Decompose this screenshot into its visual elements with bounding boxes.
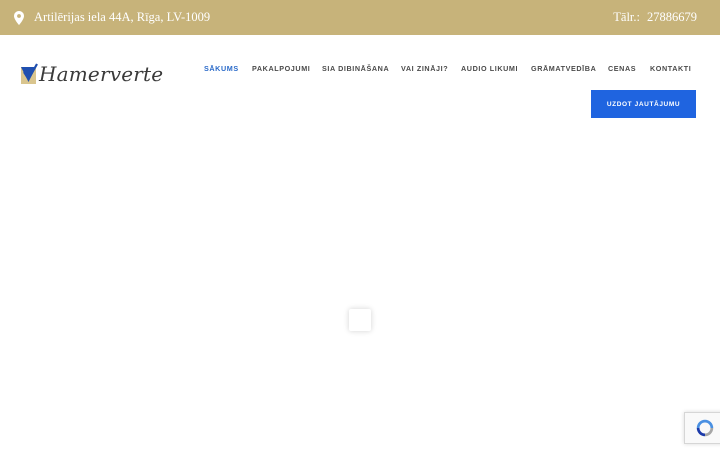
phone-label: Tālr.:: [613, 10, 640, 24]
nav-item-kontakti[interactable]: KONTAKTI: [650, 63, 691, 75]
address-text: Artilērijas iela 44A, Rīga, LV-1009: [34, 10, 211, 24]
map-pin-icon: [14, 10, 24, 25]
nav-item-audio-likumi[interactable]: AUDIO LIKUMI: [461, 63, 518, 75]
top-info-bar: Artilērijas iela 44A, Rīga, LV-1009 Tālr…: [0, 0, 720, 35]
recaptcha-badge[interactable]: [684, 412, 720, 444]
nav-item-gramatvediba[interactable]: GRĀMATVEDĪBA: [531, 63, 596, 75]
ask-question-button[interactable]: UZDOT JAUTĀJUMU: [591, 90, 696, 118]
nav-item-pakalpojumi[interactable]: PAKALPOJUMI: [252, 63, 310, 75]
nav-item-sakums[interactable]: SĀKUMS: [204, 63, 239, 75]
page-loader: [349, 309, 371, 331]
nav-item-sia-dibinasana[interactable]: SIA DIBINĀŠANA: [322, 63, 389, 75]
nav-item-cenas[interactable]: CENAS: [608, 63, 636, 75]
nav-item-vai-zinaji[interactable]: VAI ZINĀJI?: [401, 63, 448, 75]
phone-number[interactable]: 27886679: [647, 10, 697, 25]
address-block: Artilērijas iela 44A, Rīga, LV-1009: [14, 0, 210, 35]
recaptcha-icon: [696, 419, 713, 437]
main-navigation: SĀKUMS PAKALPOJUMI SIA DIBINĀŠANA VAI ZI…: [0, 63, 720, 75]
phone-block[interactable]: Tālr.: 27886679: [613, 0, 697, 35]
